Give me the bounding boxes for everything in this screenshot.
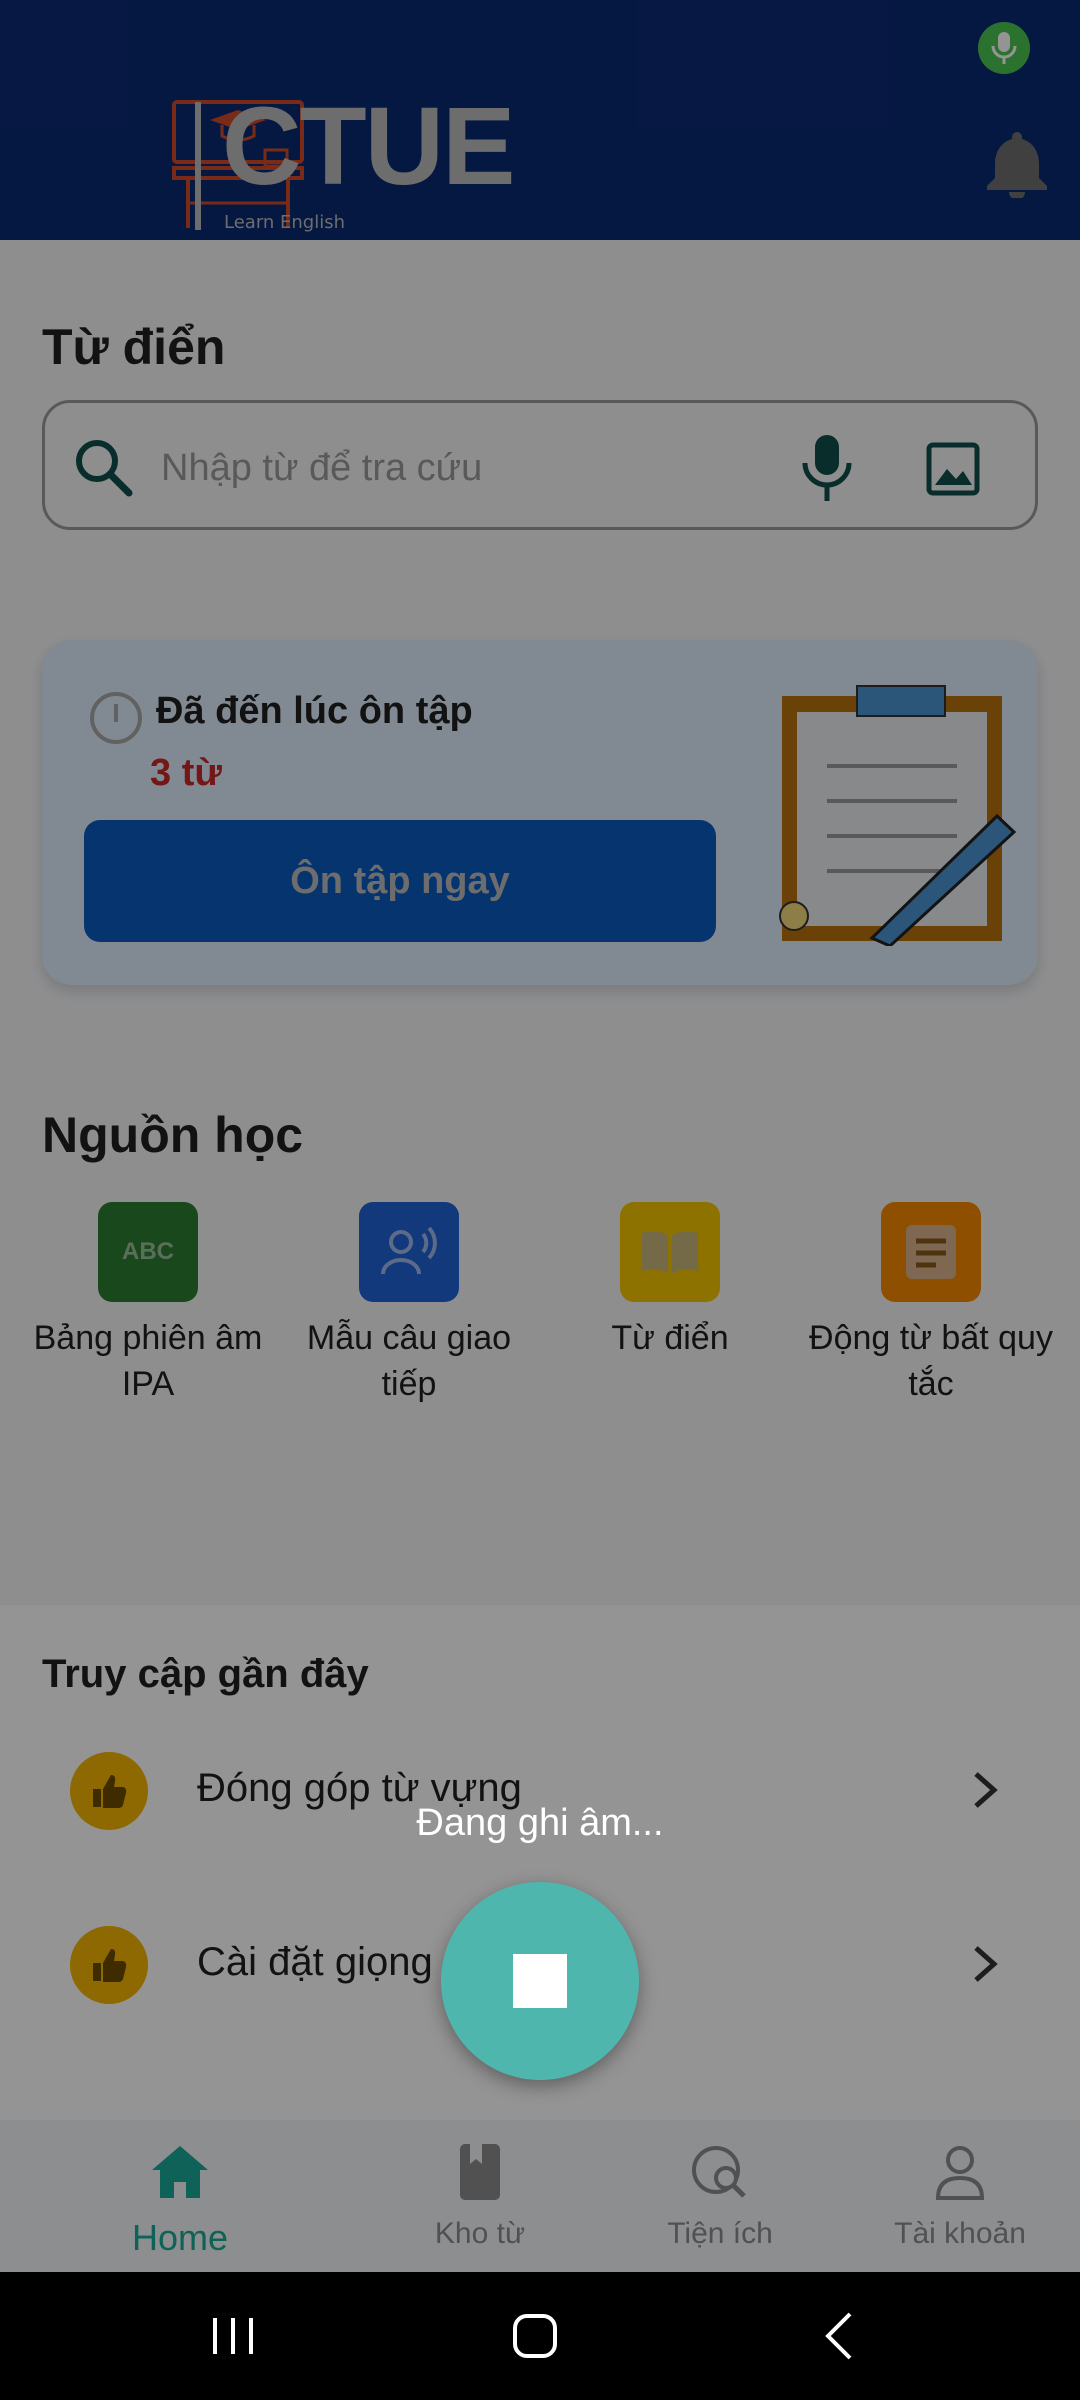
app-screen: CTUE Learn English Từ điển Nhập từ để tr… xyxy=(0,0,1080,2400)
recent-apps-icon[interactable] xyxy=(203,2308,263,2364)
recording-status-text: Đang ghi âm... xyxy=(416,1802,664,1844)
home-button-icon[interactable] xyxy=(505,2308,565,2364)
stop-icon xyxy=(513,1954,567,2008)
back-icon[interactable] xyxy=(810,2308,870,2364)
stop-recording-button[interactable] xyxy=(441,1882,639,2080)
system-navigation-bar xyxy=(0,2272,1080,2400)
